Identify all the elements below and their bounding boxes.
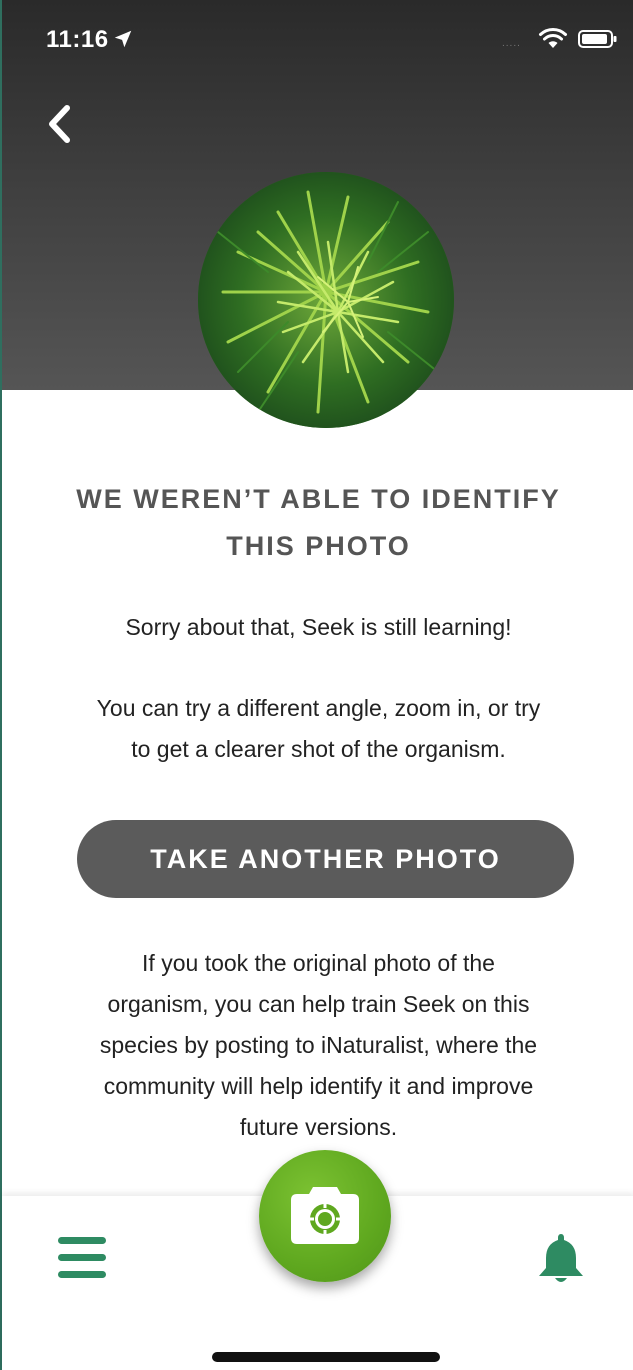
tips-line-2: to get a clearer shot of the organism. <box>131 736 506 762</box>
help-line-2: organism, you can help train Seek on thi… <box>107 991 530 1017</box>
help-message: If you took the original photo of the or… <box>52 943 585 1148</box>
status-bar: 11:16 ..... <box>2 0 633 80</box>
signal-icon: ..... <box>502 38 521 49</box>
page-title: WE WEREN’T ABLE TO IDENTIFY THIS PHOTO <box>42 476 595 570</box>
bell-icon[interactable] <box>534 1230 588 1286</box>
back-chevron-icon[interactable] <box>40 100 80 148</box>
title-line-2: THIS PHOTO <box>226 531 411 561</box>
home-indicator <box>212 1352 440 1362</box>
help-line-1: If you took the original photo of the <box>142 950 495 976</box>
title-line-1: WE WEREN’T ABLE TO IDENTIFY <box>76 484 561 514</box>
sorry-message: Sorry about that, Seek is still learning… <box>52 607 585 648</box>
take-another-photo-button[interactable]: TAKE ANOTHER PHOTO <box>77 820 574 898</box>
help-line-5: future versions. <box>239 1114 398 1140</box>
take-another-photo-label: TAKE ANOTHER PHOTO <box>150 843 501 874</box>
organism-photo <box>198 172 454 428</box>
help-line-3: species by posting to iNaturalist, where… <box>99 1032 538 1058</box>
camera-icon <box>291 1187 359 1244</box>
hamburger-menu-icon[interactable] <box>58 1236 108 1280</box>
location-arrow-icon <box>114 30 132 48</box>
help-line-4: community will help identify it and impr… <box>103 1073 534 1099</box>
tips-line-1: You can try a different angle, zoom in, … <box>96 695 541 721</box>
wifi-icon <box>539 27 567 48</box>
tips-message: You can try a different angle, zoom in, … <box>52 688 585 770</box>
app-frame: 11:16 ..... WE WEREN’T ABLE TO IDENTIFY … <box>0 0 633 1370</box>
status-time: 11:16 <box>46 26 109 53</box>
plant-image <box>198 172 454 428</box>
battery-icon <box>578 30 617 48</box>
camera-button[interactable] <box>259 1150 391 1282</box>
sorry-text: Sorry about that, Seek is still learning… <box>125 614 512 640</box>
